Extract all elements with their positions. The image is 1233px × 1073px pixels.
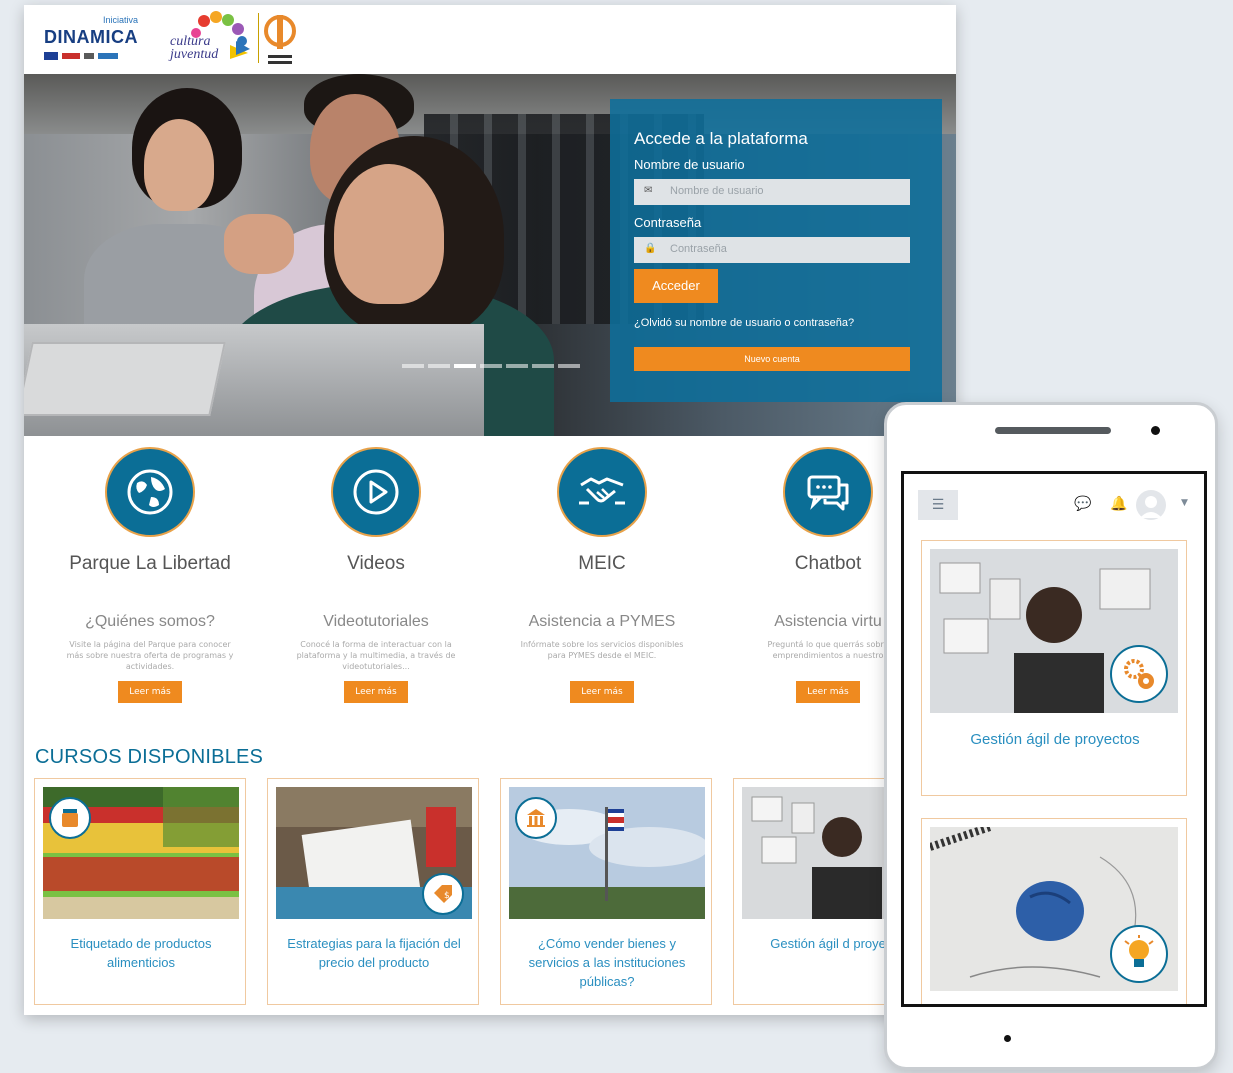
price-tag-icon: $ <box>422 873 464 915</box>
login-button[interactable]: Acceder <box>634 269 718 303</box>
mobile-course-card[interactable]: Gestión ágil de proyectos <box>921 540 1187 796</box>
feature-icon-circle[interactable] <box>331 447 421 537</box>
course-image: $ <box>276 787 472 919</box>
course-image <box>43 787 239 919</box>
slider-dot[interactable] <box>506 364 528 368</box>
feature-icon-circle[interactable] <box>557 447 647 537</box>
course-card[interactable]: $ Estrategias para la fijación del preci… <box>267 778 479 1005</box>
course-title[interactable]: Estrategias para la fijación del precio … <box>278 934 470 972</box>
feature-title: Videos <box>347 553 405 574</box>
feature-videos: Videos Videotutoriales Conocé la forma d… <box>276 447 476 703</box>
feature-icon-circle[interactable] <box>783 447 873 537</box>
login-title: Accede a la plataforma <box>634 129 808 148</box>
logo-cultura-juventud[interactable]: cultura juventud <box>162 11 257 69</box>
chat-icon <box>807 475 849 511</box>
hero-slider: Accede a la plataforma Nombre de usuario… <box>24 74 956 436</box>
username-label: Nombre de usuario <box>634 157 745 172</box>
mobile-screen: ☰ 💬 🔔 ▼ Gestión ágil de proyectos <box>901 471 1207 1007</box>
read-more-button[interactable]: Leer más <box>118 681 182 703</box>
phone-camera <box>1151 426 1160 435</box>
slider-dot[interactable] <box>402 364 424 368</box>
login-panel: Accede a la plataforma Nombre de usuario… <box>610 99 942 402</box>
course-image <box>509 787 705 919</box>
course-image <box>930 827 1178 991</box>
chat-bubble-icon[interactable]: 💬 <box>1074 496 1091 512</box>
feature-title: Parque La Libertad <box>69 553 231 574</box>
read-more-button[interactable]: Leer más <box>570 681 634 703</box>
course-image <box>930 549 1178 713</box>
course-card[interactable]: Etiquetado de productos alimenticios <box>34 778 246 1005</box>
site-header: Iniciativa DINAMICA cultura juventud <box>24 5 956 74</box>
logo-dinamica-small-text: Iniciativa <box>102 15 138 25</box>
logo-parque-la-libertad[interactable] <box>262 11 298 69</box>
hero-photo-laptop <box>24 342 226 416</box>
handshake-icon <box>579 477 625 505</box>
feature-subtitle: ¿Quiénes somos? <box>85 613 215 630</box>
slider-dot[interactable] <box>428 364 450 368</box>
logo-dinamica[interactable]: Iniciativa DINAMICA <box>44 15 144 65</box>
forgot-password-link[interactable]: ¿Olvidó su nombre de usuario o contraseñ… <box>634 317 854 329</box>
desktop-screenshot: Iniciativa DINAMICA cultura juventud Acc… <box>24 5 956 1015</box>
partner-logos-strip <box>44 52 118 60</box>
bell-icon[interactable]: 🔔 <box>1110 496 1127 512</box>
feature-description: Infórmate sobre los servicios disponible… <box>520 640 684 660</box>
institution-icon <box>515 797 557 839</box>
photo-shape <box>144 119 214 211</box>
read-more-button[interactable]: Leer más <box>344 681 408 703</box>
feature-subtitle: Videotutoriales <box>323 613 429 630</box>
course-title[interactable]: Etiquetado de productos alimenticios <box>45 934 237 972</box>
photo-shape <box>334 164 444 304</box>
jar-icon <box>49 797 91 839</box>
user-icon <box>1140 496 1162 518</box>
svg-text:$: $ <box>444 891 450 901</box>
slider-dot[interactable] <box>480 364 502 368</box>
feature-icon-circle[interactable] <box>105 447 195 537</box>
slider-dot[interactable] <box>532 364 554 368</box>
lock-icon: 🔒 <box>644 243 657 254</box>
course-card[interactable]: ¿Cómo vender bienes y servicios a las in… <box>500 778 712 1005</box>
feature-description: Visite la página del Parque para conocer… <box>66 640 234 671</box>
globe-icon <box>127 469 173 515</box>
phone-home-dot <box>1004 1035 1011 1042</box>
photo-shape <box>224 214 294 274</box>
username-input[interactable]: ✉ Nombre de usuario <box>634 179 910 205</box>
read-more-button[interactable]: Leer más <box>796 681 860 703</box>
mobile-device: ☰ 💬 🔔 ▼ Gestión ágil de proyectos <box>884 402 1218 1070</box>
username-placeholder: Nombre de usuario <box>670 185 764 197</box>
mobile-course-card[interactable] <box>921 818 1187 1004</box>
logo-dinamica-text: DINAMICA <box>44 27 138 47</box>
new-account-button[interactable]: Nuevo cuenta <box>634 347 910 371</box>
course-title[interactable]: Gestión ágil de proyectos <box>932 729 1178 751</box>
feature-subtitle: Asistencia a PYMES <box>528 613 676 630</box>
password-label: Contraseña <box>634 215 702 230</box>
gears-icon <box>1110 645 1168 703</box>
hamburger-icon[interactable]: ☰ <box>918 490 958 520</box>
course-title[interactable]: ¿Cómo vender bienes y servicios a las in… <box>511 934 703 991</box>
slider-dot[interactable] <box>558 364 580 368</box>
password-input[interactable]: 🔒 Contraseña <box>634 237 910 263</box>
phone-speaker <box>995 427 1111 434</box>
avatar[interactable] <box>1136 490 1166 520</box>
slider-dot-active[interactable] <box>454 364 476 368</box>
play-icon <box>353 469 399 515</box>
logo-cultura-text: cultura juventud <box>170 34 219 62</box>
feature-description: Conocé la forma de interactuar con la pl… <box>296 640 456 671</box>
slider-indicators <box>402 364 580 368</box>
logo-divider <box>258 13 259 63</box>
feature-meic: MEIC Asistencia a PYMES Infórmate sobre … <box>502 447 702 703</box>
courses-heading: CURSOS DISPONIBLES <box>35 746 264 768</box>
feature-parque: Parque La Libertad ¿Quiénes somos? Visit… <box>50 447 250 703</box>
feature-title: MEIC <box>578 553 626 574</box>
lightbulb-icon <box>1110 925 1168 983</box>
chevron-down-icon[interactable]: ▼ <box>1181 498 1188 508</box>
password-placeholder: Contraseña <box>670 243 727 255</box>
envelope-icon: ✉ <box>644 185 653 196</box>
